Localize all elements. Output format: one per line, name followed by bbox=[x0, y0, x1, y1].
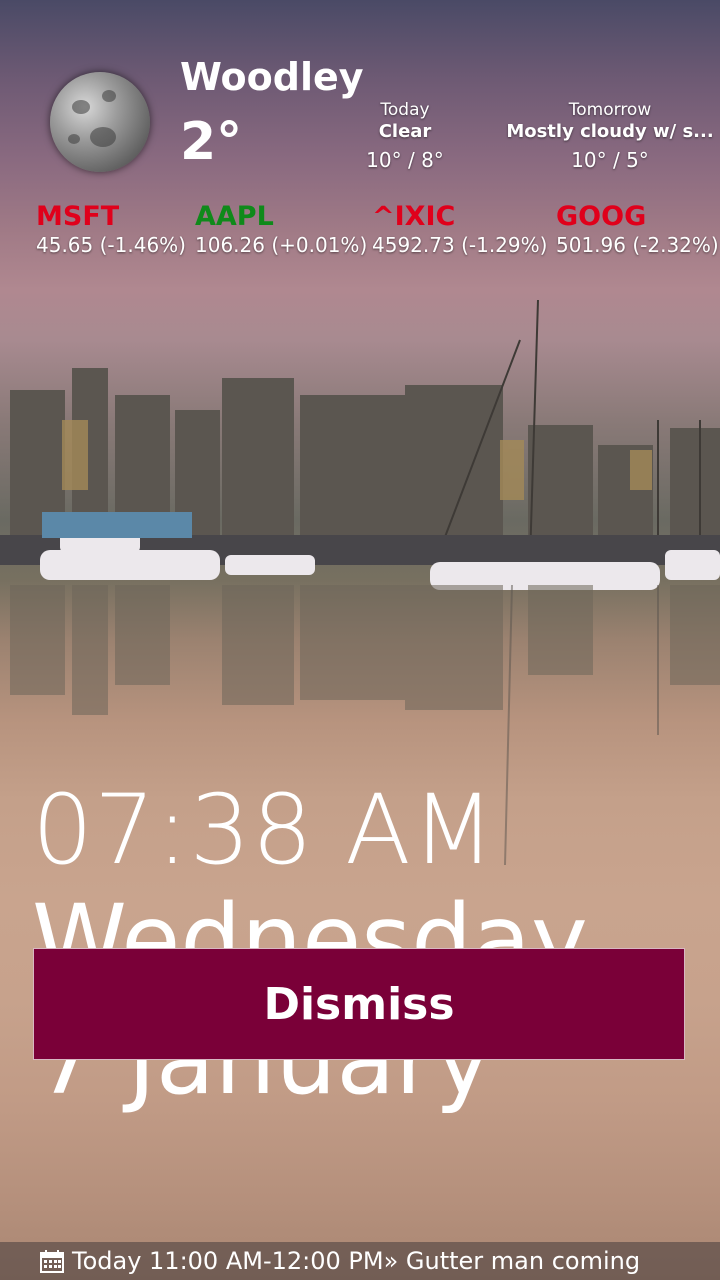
stock-symbol: AAPL bbox=[195, 201, 274, 232]
stock-change: (+0.01%) bbox=[271, 233, 368, 257]
stock-change: (-1.29%) bbox=[461, 233, 548, 257]
stock-change: (-1.46%) bbox=[99, 233, 186, 257]
forecast-tomorrow-condition: Mostly cloudy w/ s... bbox=[506, 121, 714, 142]
stock-value: 106.26 (+0.01%) bbox=[195, 234, 367, 256]
dismiss-button[interactable]: Dismiss bbox=[33, 948, 685, 1060]
calendar-event-bar[interactable]: Today 11:00 AM-12:00 PM» Gutter man comi… bbox=[0, 1242, 720, 1280]
forecast-today-condition: Clear bbox=[378, 121, 432, 142]
clock-time: 07:38 AM bbox=[32, 774, 496, 886]
moon-icon bbox=[50, 72, 150, 172]
stock-price: 501.96 bbox=[556, 233, 626, 257]
stock-ticker-ixic: ^IXIC 4592.73 (-1.29%) bbox=[372, 200, 547, 256]
stock-price: 106.26 bbox=[195, 233, 265, 257]
stock-symbol: ^IXIC bbox=[372, 201, 456, 232]
stock-price: 45.65 bbox=[36, 233, 94, 257]
current-temperature: 2° bbox=[180, 112, 243, 172]
stock-value: 501.96 (-2.32%) bbox=[556, 234, 719, 256]
stock-price: 4592.73 bbox=[372, 233, 455, 257]
stock-ticker-aapl: AAPL 106.26 (+0.01%) bbox=[195, 200, 367, 256]
stock-ticker-msft: MSFT 45.65 (-1.46%) bbox=[36, 200, 186, 256]
stock-value: 45.65 (-1.46%) bbox=[36, 234, 186, 256]
weather-city: Woodley bbox=[180, 55, 364, 99]
stock-symbol: MSFT bbox=[36, 201, 120, 232]
forecast-today-label: Today bbox=[380, 100, 430, 120]
calendar-icon bbox=[40, 1250, 64, 1273]
forecast-today-range: 10° / 8° bbox=[366, 148, 444, 172]
stock-ticker-goog: GOOG 501.96 (-2.32%) bbox=[556, 200, 719, 256]
forecast-tomorrow: Tomorrow Mostly cloudy w/ s... 10° / 5° bbox=[505, 99, 715, 171]
forecast-tomorrow-range: 10° / 5° bbox=[571, 148, 649, 172]
forecast-today: Today Clear 10° / 8° bbox=[345, 99, 465, 171]
forecast-tomorrow-label: Tomorrow bbox=[568, 100, 652, 120]
stock-value: 4592.73 (-1.29%) bbox=[372, 234, 547, 256]
stock-symbol: GOOG bbox=[556, 201, 647, 232]
calendar-event-text: Today 11:00 AM-12:00 PM» Gutter man comi… bbox=[72, 1247, 641, 1275]
stock-change: (-2.32%) bbox=[632, 233, 719, 257]
city-skyline-image bbox=[0, 300, 720, 590]
